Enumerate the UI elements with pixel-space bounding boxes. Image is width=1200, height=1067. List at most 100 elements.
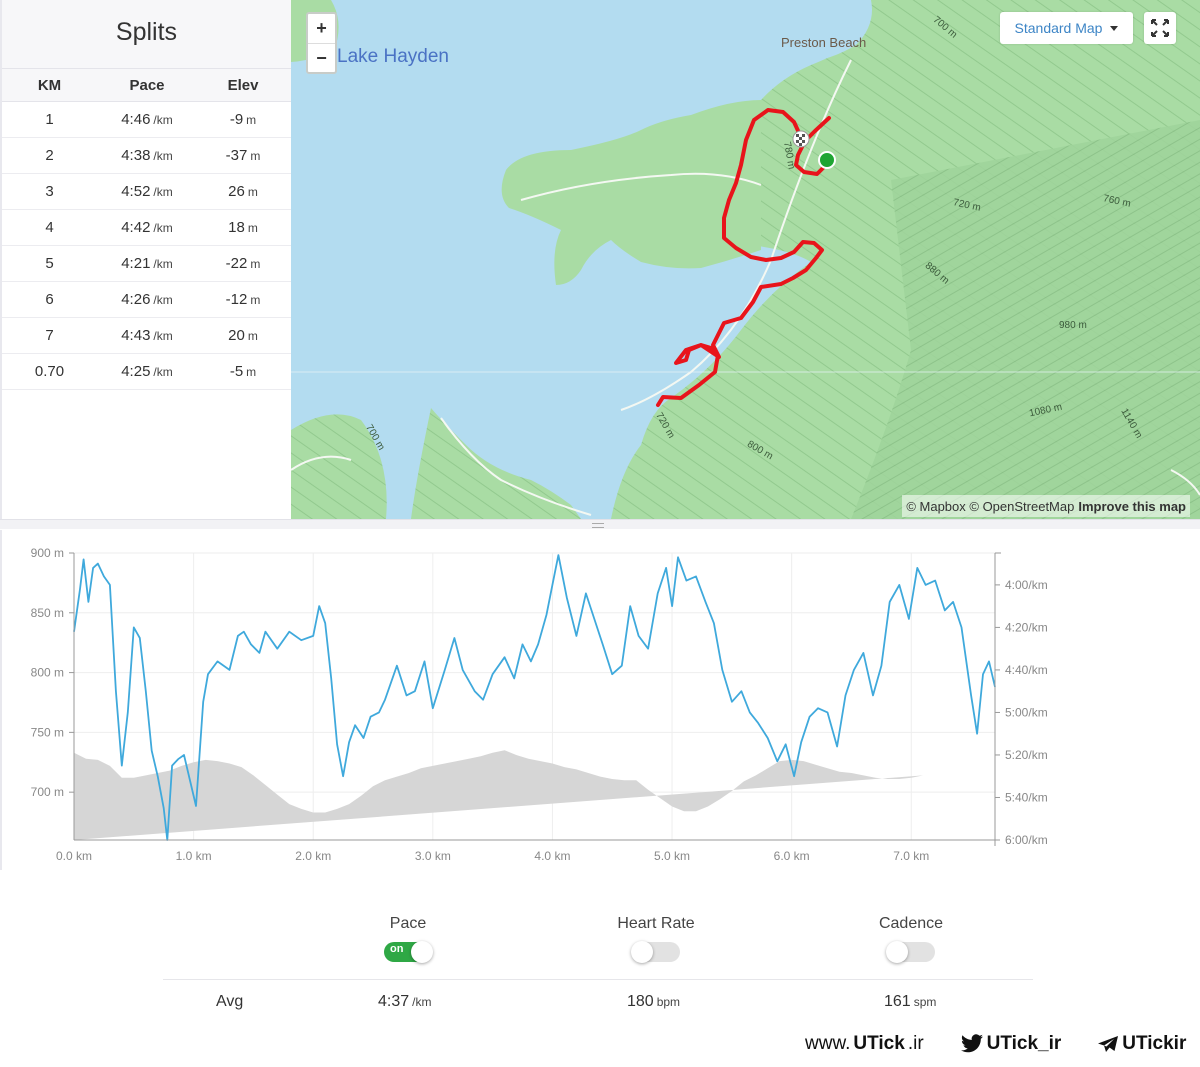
splits-title: Splits: [2, 0, 291, 68]
finish-flag-icon[interactable]: [792, 130, 810, 148]
split-km: 1: [45, 111, 54, 128]
split-km: 0.70: [34, 363, 65, 380]
split-elev: -22 m: [225, 255, 261, 272]
place-label: Preston Beach: [781, 35, 867, 50]
x-tick-label: 1.0 km: [176, 849, 212, 863]
avg-cadence-value: 161: [884, 993, 911, 1010]
split-row[interactable]: 0.70 4:25/km -5 m: [2, 354, 291, 390]
zoom-control: + −: [306, 12, 337, 74]
column-header-km: KM: [37, 76, 62, 94]
map-type-label: Standard Map: [1014, 20, 1103, 36]
split-pace: 4:25/km: [121, 363, 173, 380]
split-km: 6: [45, 291, 54, 308]
avg-heart-rate-unit: bpm: [656, 995, 681, 1009]
split-km: 7: [45, 327, 54, 344]
x-tick-label: 5.0 km: [654, 849, 690, 863]
metric-cadence: Cadence: [831, 915, 991, 963]
y-right-tick-label: 5:00/km: [1005, 705, 1048, 719]
split-pace: 4:21/km: [121, 255, 173, 272]
twitter-bird-icon: [960, 1033, 983, 1052]
y-left-tick-label: 800 m: [31, 666, 64, 680]
fullscreen-button[interactable]: [1144, 12, 1176, 44]
column-header-pace: Pace: [129, 76, 165, 94]
split-row[interactable]: 7 4:43/km 20 m: [2, 318, 291, 354]
zoom-in-button[interactable]: +: [308, 14, 335, 43]
split-row[interactable]: 2 4:38/km -37 m: [2, 138, 291, 174]
metrics-divider: [163, 979, 1033, 980]
map-attribution: © Mapbox © OpenStreetMap Improve this ma…: [902, 495, 1190, 517]
split-pace: 4:42/km: [121, 219, 173, 236]
split-km: 3: [45, 183, 54, 200]
avg-label: Avg: [216, 993, 244, 1010]
map-type-dropdown[interactable]: Standard Map: [1000, 12, 1133, 44]
caret-down-icon: [1110, 25, 1119, 31]
split-row[interactable]: 5 4:21/km -22 m: [2, 246, 291, 282]
y-left-tick-label: 900 m: [31, 546, 64, 560]
x-tick-label: 7.0 km: [893, 849, 929, 863]
avg-pace-unit: /km: [412, 995, 432, 1009]
telegram-plane-icon: [1098, 1035, 1119, 1052]
split-pace: 4:52/km: [121, 183, 173, 200]
y-left-tick-label: 700 m: [31, 785, 64, 799]
x-tick-label: 2.0 km: [295, 849, 331, 863]
contour-label: 980 m: [1059, 320, 1087, 331]
x-tick-label: 0.0 km: [56, 849, 92, 863]
split-pace: 4:46/km: [121, 111, 173, 128]
split-elev: 18 m: [228, 219, 258, 236]
expand-icon: [1151, 19, 1169, 37]
panel-resize-divider[interactable]: [0, 519, 1200, 529]
y-left-tick-label: 750 m: [31, 725, 64, 739]
pace-toggle[interactable]: on: [384, 941, 433, 963]
chart-svg[interactable]: 900 m 850 m 800 m 750 m 700 m 0.0 km 1.0 km 2.0…: [2, 530, 1102, 870]
split-elev: -5 m: [229, 363, 257, 380]
heart-rate-toggle[interactable]: [631, 941, 680, 963]
split-pace: 4:43/km: [121, 327, 173, 344]
toggle-knob: [886, 941, 908, 963]
avg-pace: 4:37/km: [378, 993, 431, 1011]
column-header-elev: Elev: [227, 76, 259, 94]
split-row[interactable]: 3 4:52/km 26 m: [2, 174, 291, 210]
watermark-site: www. UTick .ir: [805, 1032, 924, 1054]
zoom-out-button[interactable]: −: [308, 43, 335, 72]
splits-panel: Splits KM Pace Elev 1 4:46/km -9 m 2 4:38/km -…: [0, 0, 291, 520]
split-row[interactable]: 4 4:42/km 18 m: [2, 210, 291, 246]
toggle-on-text: on: [390, 943, 404, 955]
watermark: www. UTick .ir UTick_ir UTickir: [793, 1020, 1200, 1067]
splits-table-body: 1 4:46/km -9 m 2 4:38/km -37 m 3 4:52/km 26 m 4 4:42/…: [2, 102, 291, 390]
y-right-tick-label: 4:20/km: [1005, 620, 1048, 634]
y-right-tick-label: 4:00/km: [1005, 578, 1048, 592]
toggle-knob: [411, 941, 433, 963]
toggle-knob: [631, 941, 653, 963]
y-left-tick-label: 850 m: [31, 606, 64, 620]
metric-name: Cadence: [878, 915, 944, 932]
split-km: 5: [45, 255, 54, 272]
split-pace: 4:38/km: [121, 147, 173, 164]
cadence-toggle[interactable]: [886, 941, 935, 963]
split-pace: 4:26/km: [121, 291, 173, 308]
x-tick-label: 6.0 km: [774, 849, 810, 863]
metric-name: Pace: [389, 915, 427, 932]
split-row[interactable]: 1 4:46/km -9 m: [2, 102, 291, 138]
split-elev: -37 m: [225, 147, 261, 164]
attribution-text[interactable]: © Mapbox © OpenStreetMap: [906, 499, 1074, 514]
avg-cadence-unit: spm: [913, 995, 937, 1009]
x-tick-label: 3.0 km: [415, 849, 451, 863]
avg-cadence: 161 spm: [884, 993, 936, 1011]
x-tick-label: 4.0 km: [534, 849, 570, 863]
improve-map-link[interactable]: Improve this map: [1078, 499, 1186, 514]
split-elev: 20 m: [228, 327, 258, 344]
y-right-tick-label: 6:00/km: [1005, 833, 1048, 847]
avg-heart-rate: 180 bpm: [627, 993, 680, 1011]
map-canvas[interactable]: [291, 0, 1200, 519]
y-right-tick-label: 5:40/km: [1005, 790, 1048, 804]
splits-header-row: KM Pace Elev: [2, 68, 291, 102]
route-map[interactable]: 700 m 780 m 720 m 760 m 880 m 980 m 1080…: [291, 0, 1200, 519]
resize-grip-icon[interactable]: [592, 523, 604, 528]
metric-heart-rate: Heart Rate: [576, 915, 736, 963]
metric-pace: Pace on: [328, 915, 488, 963]
metric-name: Heart Rate: [617, 915, 695, 932]
pace-elevation-chart[interactable]: 900 m 850 m 800 m 750 m 700 m 0.0 km 1.0 km 2.0…: [0, 530, 1200, 870]
y-right-tick-label: 5:20/km: [1005, 748, 1048, 762]
split-row[interactable]: 6 4:26/km -12 m: [2, 282, 291, 318]
start-marker-icon[interactable]: [818, 151, 836, 169]
